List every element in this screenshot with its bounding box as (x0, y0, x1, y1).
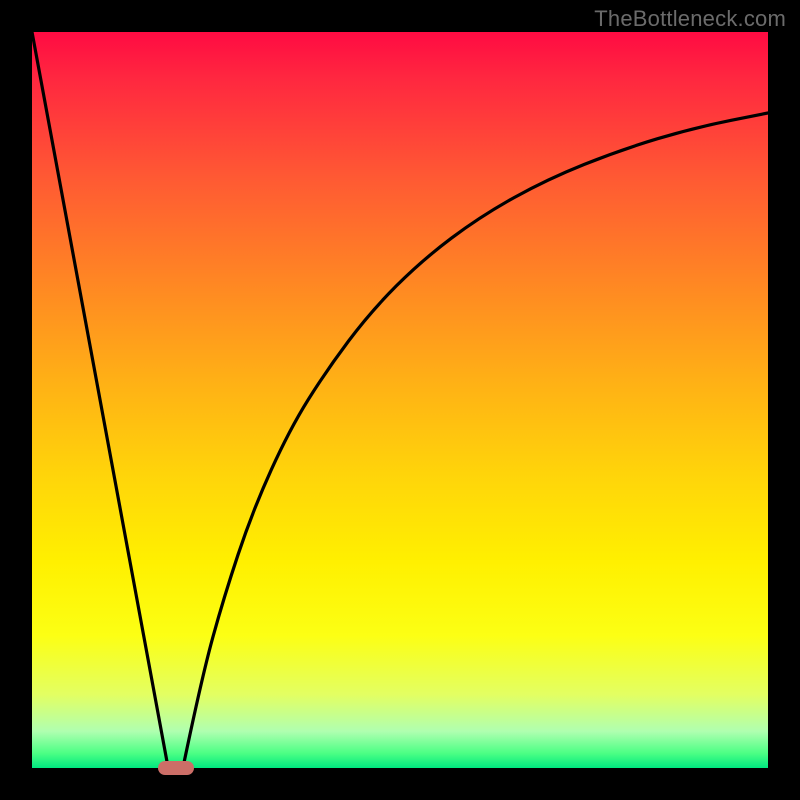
curve-left (32, 32, 168, 768)
curve-right (183, 113, 768, 768)
curve-svg (32, 32, 768, 768)
optimum-marker (158, 761, 194, 775)
plot-area (32, 32, 768, 768)
watermark-text: TheBottleneck.com (594, 6, 786, 32)
chart-frame: TheBottleneck.com (0, 0, 800, 800)
